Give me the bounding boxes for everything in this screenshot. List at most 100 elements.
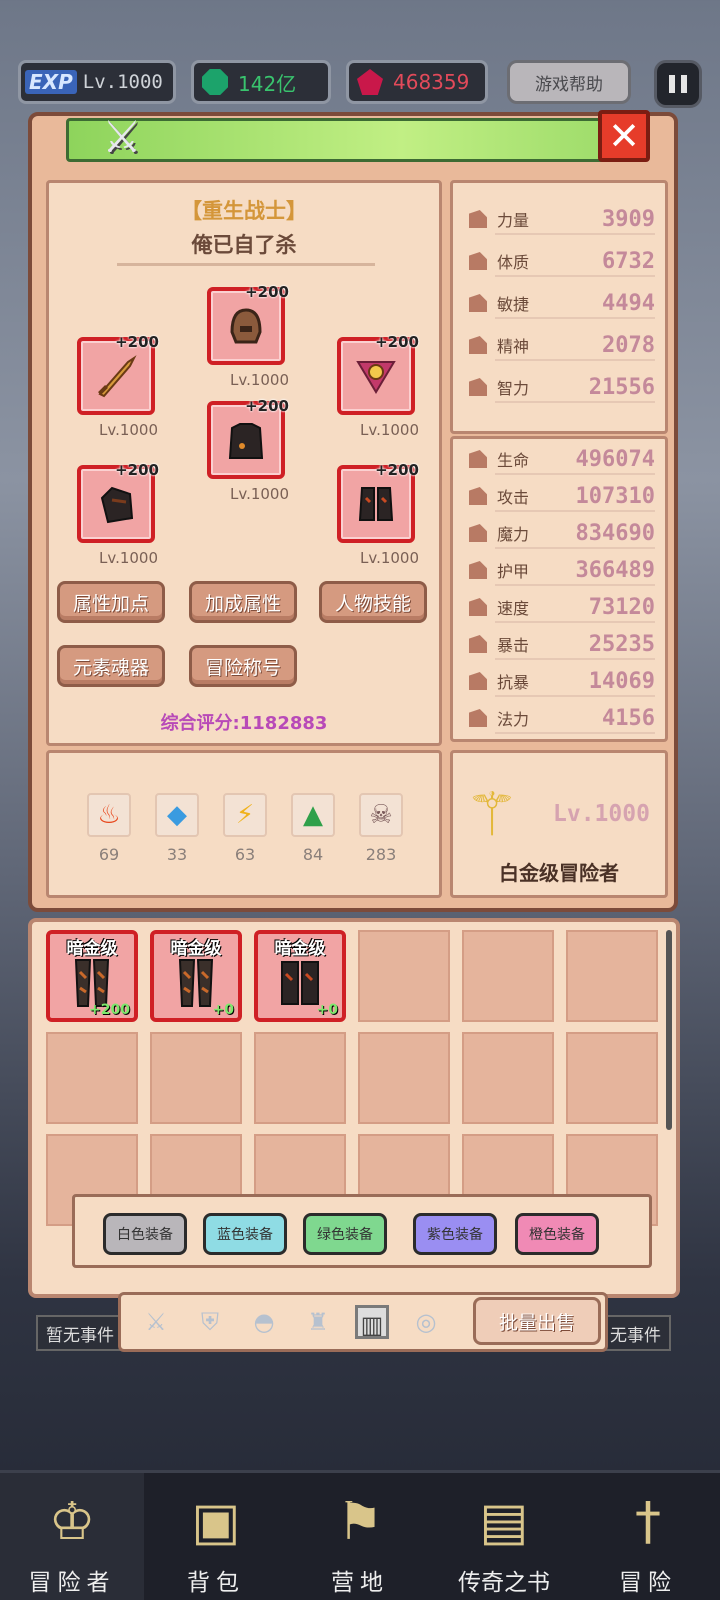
lightning-element[interactable]: ⚡ 63 — [223, 793, 267, 864]
inventory-item[interactable]: 暗金级 +0 — [150, 930, 242, 1022]
earth-element-icon: ▲ — [291, 793, 335, 837]
enhance-level: +200 — [375, 461, 419, 479]
inventory-slot-empty[interactable] — [566, 930, 658, 1022]
inventory-slot-empty[interactable] — [566, 1032, 658, 1124]
boots-slot[interactable]: +200 — [337, 461, 419, 543]
stat-intelligence: 智力 21556 — [469, 371, 655, 403]
tab-legs-icon[interactable]: ▥ — [355, 1305, 389, 1339]
water-element-icon: ◆ — [155, 793, 199, 837]
elements-box: ♨ 69 ◆ 33 ⚡ 63 ▲ 84 ☠ 283 — [46, 750, 442, 898]
star-icon — [469, 709, 487, 727]
inventory-scrollbar[interactable] — [666, 930, 672, 1130]
adventure-title-button[interactable]: 冒险称号 — [189, 645, 297, 687]
strength-icon — [469, 210, 487, 228]
nav-legend-book[interactable]: ▤ 传奇之书 — [432, 1473, 576, 1600]
tab-helmet-icon[interactable]: ◓ — [247, 1305, 281, 1339]
stat-armor: 护甲 366489 — [469, 554, 655, 586]
amulet-slot[interactable]: +200 — [337, 333, 419, 415]
inventory-slot-empty[interactable] — [254, 1032, 346, 1124]
crossed-swords-icon: ⚔ — [102, 112, 142, 163]
earth-element[interactable]: ▲ 84 — [291, 793, 335, 864]
green-gem-currency: 142亿 — [191, 60, 331, 104]
exp-icon: EXP — [25, 70, 77, 94]
sword-icon — [469, 487, 487, 505]
weapon-level: Lv.1000 — [99, 421, 159, 439]
red-gem-currency: 468359 — [346, 60, 488, 104]
element-soul-button[interactable]: 元素魂器 — [57, 645, 165, 687]
nav-backpack[interactable]: ▣ 背包 — [144, 1473, 288, 1600]
dark-element[interactable]: ☠ 283 — [359, 793, 403, 864]
overall-score: 综合评分:1182883 — [160, 713, 328, 734]
red-gem-icon — [357, 69, 383, 95]
tab-armor-icon[interactable]: ♜ — [301, 1305, 335, 1339]
helmet-level: Lv.1000 — [230, 371, 290, 389]
wand-icon — [469, 524, 487, 542]
stat-crit: 暴击 25235 — [469, 628, 655, 660]
boot-icon — [469, 294, 487, 312]
crit-icon — [469, 635, 487, 653]
filter-white-button[interactable]: 白色装备 — [103, 1213, 187, 1255]
golden-staff-icon: ⚚ — [465, 780, 519, 850]
rank-name: 白金级冒险者 — [499, 861, 619, 885]
bonus-attributes-button[interactable]: 加成属性 — [189, 581, 297, 623]
inventory-item[interactable]: 暗金级 +200 — [46, 930, 138, 1022]
enhance-level: +200 — [115, 333, 159, 351]
equipment-box: 【重生战士】 俺已自了杀 +200 Lv.1000 +200 Lv.1000 +… — [46, 180, 442, 746]
weapon-slot[interactable]: +200 — [77, 333, 159, 415]
backpack-icon: ▣ — [191, 1492, 241, 1552]
stat-crit-resist: 抗暴 14069 — [469, 665, 655, 697]
fire-element-icon: ♨ — [87, 793, 131, 837]
inventory-slot-empty[interactable] — [46, 1032, 138, 1124]
character-panel: ⚔ ✕ 【重生战士】 俺已自了杀 +200 Lv.1000 +200 Lv.10… — [28, 110, 678, 912]
tab-shield-icon[interactable]: ⛨ — [193, 1305, 227, 1339]
nav-adventure[interactable]: † 冒险 — [576, 1473, 720, 1600]
banner-icon: ⚑ — [336, 1492, 384, 1552]
stat-spirit: 精神 2078 — [469, 329, 655, 361]
top-bar: EXP Lv.1000 142亿 468359 游戏帮助 — [18, 60, 708, 108]
sword-icon: † — [635, 1492, 661, 1552]
inventory-slot-empty[interactable] — [358, 930, 450, 1022]
inventory-item[interactable]: 暗金级 +0 — [254, 930, 346, 1022]
pause-button[interactable] — [654, 60, 702, 108]
stat-agility: 敏捷 4494 — [469, 287, 655, 319]
filter-orange-button[interactable]: 橙色装备 — [515, 1213, 599, 1255]
nav-adventurer[interactable]: ♔ 冒险者 — [0, 1473, 144, 1600]
boots-icon — [358, 487, 394, 521]
category-tabs: ⚔ ⛨ ◓ ♜ ▥ ◎ 批量出售 — [118, 1292, 608, 1352]
tab-weapon-icon[interactable]: ⚔ — [139, 1305, 173, 1339]
filter-blue-button[interactable]: 蓝色装备 — [203, 1213, 287, 1255]
gloves-level: Lv.1000 — [99, 549, 159, 567]
inventory-slot-empty[interactable] — [150, 1032, 242, 1124]
inventory-slot-empty[interactable] — [462, 1032, 554, 1124]
boots-icon — [281, 961, 319, 1005]
character-skills-button[interactable]: 人物技能 — [319, 581, 427, 623]
event-tag-left: 暂无事件 — [36, 1315, 124, 1351]
filter-purple-button[interactable]: 紫色装备 — [413, 1213, 497, 1255]
boot-icon — [469, 598, 487, 616]
knight-helmet-icon: ♔ — [48, 1492, 96, 1552]
inventory-slot-empty[interactable] — [462, 930, 554, 1022]
helmet-slot[interactable]: +200 — [207, 283, 289, 365]
basic-stats-box: 力量 3909 体质 6732 敏捷 4494 精神 2078 智力 21556 — [450, 180, 668, 434]
enhance-level: +200 — [245, 283, 289, 301]
game-help-button[interactable]: 游戏帮助 — [507, 60, 631, 104]
amulet-level: Lv.1000 — [360, 421, 420, 439]
green-gem-icon — [202, 69, 228, 95]
nav-camp[interactable]: ⚑ 营地 — [288, 1473, 432, 1600]
lightning-element-icon: ⚡ — [223, 793, 267, 837]
attribute-points-button[interactable]: 属性加点 — [57, 581, 165, 623]
character-class: 【重生战士】 — [181, 199, 307, 223]
gauntlet-icon — [100, 486, 134, 524]
tab-ring-icon[interactable]: ◎ — [409, 1305, 443, 1339]
rarity-filter-bar: 白色装备 蓝色装备 绿色装备 紫色装备 橙色装备 — [72, 1194, 652, 1268]
close-button[interactable]: ✕ — [598, 110, 650, 162]
filter-green-button[interactable]: 绿色装备 — [303, 1213, 387, 1255]
gloves-slot[interactable]: +200 — [77, 461, 159, 543]
batch-sell-button[interactable]: 批量出售 — [473, 1297, 601, 1345]
fire-element[interactable]: ♨ 69 — [87, 793, 131, 864]
armor-slot[interactable]: +200 — [207, 397, 289, 479]
inventory-slot-empty[interactable] — [358, 1032, 450, 1124]
stat-mana: 法力 4156 — [469, 702, 655, 734]
water-element[interactable]: ◆ 33 — [155, 793, 199, 864]
crit-resist-icon — [469, 672, 487, 690]
